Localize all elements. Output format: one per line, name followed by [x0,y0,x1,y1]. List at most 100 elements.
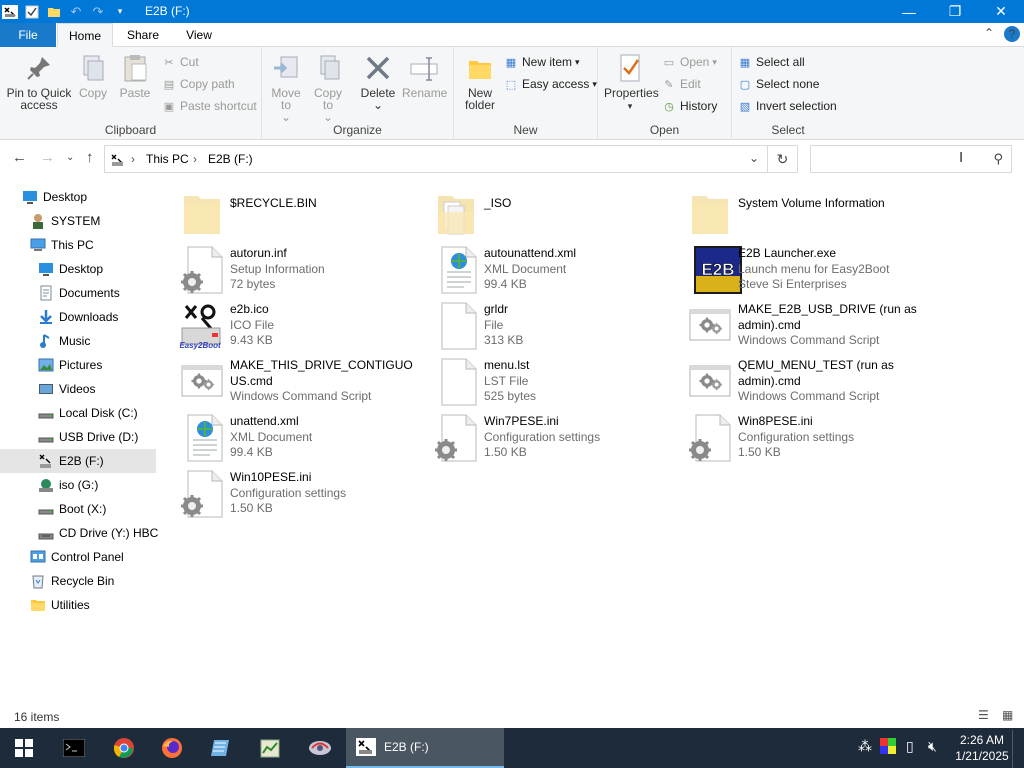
file-tile[interactable]: unattend.xml XML Document 99.4 KB [178,412,428,466]
file-tile[interactable]: Easy2Boot e2b.ico ICO File 9.43 KB [178,300,428,354]
properties-button[interactable]: Properties ▾ [604,53,659,112]
breadcrumb-e2b[interactable]: E2B (F:) [208,152,253,166]
copy-path-button[interactable]: ▤ Copy path [162,74,235,94]
file-tile[interactable]: autounattend.xml XML Document 99.4 KB [432,244,682,298]
nav-item[interactable]: USB Drive (D:) [0,425,156,449]
firefox-button[interactable] [148,728,196,768]
hbc-button[interactable] [296,728,344,768]
file-tile[interactable]: _ISO [432,188,682,242]
file-name: autorun.inf [230,246,287,260]
delete-button[interactable]: Delete ⌄ [358,53,398,111]
tab-view[interactable]: View [174,23,224,47]
open-button[interactable]: ▭ Open ▾ [662,52,717,72]
rename-button[interactable]: Rename [402,53,447,99]
nav-item[interactable]: Music [0,329,156,353]
redo-icon[interactable]: ↷ [88,2,108,22]
paste-button[interactable]: Paste [116,53,154,99]
nav-item[interactable]: Videos [0,377,156,401]
file-tile[interactable]: Win7PESE.ini Configuration settings 1.50 K… [432,412,682,466]
clock[interactable]: 2:26 AM 1/21/2025 [950,732,1014,764]
address-dropdown-icon[interactable]: ⌄ [749,151,759,165]
new-folder-button[interactable]: New folder [460,53,500,111]
task-manager-button[interactable] [246,728,294,768]
cut-button[interactable]: ✂ Cut [162,52,198,72]
invert-selection-button[interactable]: ▧ Invert selection [738,96,837,116]
network-tray-icon[interactable]: ⁂ [858,738,872,755]
back-icon[interactable]: ← [12,149,27,166]
ribbon-expand-icon[interactable]: ⌃ [984,26,994,40]
new-folder-quick-icon[interactable] [44,2,64,22]
nav-item[interactable]: CD Drive (Y:) HBC [0,521,158,545]
copy-button[interactable]: Copy [74,53,112,99]
help-icon[interactable]: ? [1004,26,1020,42]
edit-button[interactable]: ✎ Edit [662,74,700,94]
select-all-button[interactable]: ▦ Select all [738,52,805,72]
tab-share[interactable]: Share [118,23,168,47]
file-tile[interactable]: Win8PESE.ini Configuration settings 1.50 K… [686,412,936,466]
terminal-button[interactable] [50,728,98,768]
color-tray-icon[interactable] [880,738,896,757]
usb-tray-icon[interactable]: ▯ [906,738,914,755]
easy-access-button[interactable]: ⬚ Easy access ▾ [504,74,597,94]
file-tile[interactable]: $RECYCLE.BIN [178,188,428,242]
file-tile[interactable]: autorun.inf Setup Information 72 bytes [178,244,428,298]
copy-path-icon: ▤ [163,78,175,91]
nav-item[interactable]: Downloads [0,305,156,329]
history-button[interactable]: ◷ History [662,96,717,116]
properties-quick-icon[interactable] [22,2,42,22]
nav-item[interactable]: Control Panel [0,545,156,569]
nav-item[interactable]: Local Disk (C:) [0,401,156,425]
nav-item[interactable]: SYSTEM [0,209,156,233]
recent-locations-icon[interactable]: ⌄ [66,152,74,163]
nav-item[interactable]: Utilities [0,593,156,617]
chrome-button[interactable] [100,728,148,768]
paste-shortcut-button[interactable]: ▣ Paste shortcut [162,96,257,116]
app-drive-icon[interactable] [0,2,20,22]
new-item-button[interactable]: ▦ New item ▾ [504,52,580,72]
start-button[interactable] [0,728,48,768]
nav-item[interactable]: Pictures [0,353,156,377]
file-tile[interactable]: E2B E2B Launcher.exe Launch menu for Easy2… [686,244,936,298]
tab-home[interactable]: Home [57,23,113,47]
show-desktop-button[interactable] [1012,730,1024,768]
nav-item[interactable]: This PC [0,233,156,257]
search-icon[interactable]: ⚲ [993,151,1003,167]
file-tile[interactable]: MAKE_E2B_USB_DRIVE (run as admin).cmd Win… [686,300,936,354]
tab-file[interactable]: File [0,23,56,47]
refresh-button[interactable]: ↻ [768,145,798,173]
move-to-button[interactable]: Move to ⌄ [266,53,306,123]
file-tile[interactable]: Win10PESE.ini Configuration settings 1.50 … [178,468,428,522]
nav-item[interactable]: Boot (X:) [0,497,156,521]
file-tile[interactable]: System Volume Information [686,188,936,242]
active-window-button[interactable]: E2B (F:) [346,728,504,768]
nav-item[interactable]: Recycle Bin [0,569,156,593]
file-tile[interactable]: grldr File 313 KB [432,300,682,354]
settings-file-icon [434,414,478,462]
nav-item[interactable]: E2B (F:) [0,449,156,473]
nav-item-label: Music [59,334,91,348]
select-none-button[interactable]: ▢ Select none [738,74,820,94]
file-tile[interactable]: QEMU_MENU_TEST (run as admin).cmd Windows… [686,356,936,410]
volume-mute-icon[interactable]: 🔇︎ [928,738,937,755]
details-view-icon[interactable]: ☰ [978,708,989,722]
file-tile[interactable]: menu.lst LST File 525 bytes [432,356,682,410]
file-tile[interactable]: MAKE_THIS_DRIVE_CONTIGUOUS.cmd Windows Co… [178,356,428,410]
up-icon[interactable]: ↑ [86,149,94,166]
nav-item[interactable]: iso (G:) [0,473,156,497]
maximize-button[interactable]: ❐ [932,0,978,23]
forward-icon[interactable]: → [40,149,55,166]
nav-item[interactable]: Desktop [0,257,156,281]
nav-item[interactable]: Documents [0,281,156,305]
customize-qat-icon[interactable]: ▾ [110,2,130,22]
large-icons-view-icon[interactable]: ▦ [1002,708,1013,722]
undo-icon[interactable]: ↶ [66,2,86,22]
breadcrumb-this-pc[interactable]: This PC [146,152,189,166]
minimize-button[interactable]: — [886,0,932,23]
pin-quick-access-button[interactable]: Pin to Quick access [4,53,74,111]
notepad-button[interactable] [196,728,244,768]
nav-item[interactable]: Desktop [0,185,156,209]
search-box[interactable]: I ⚲ [810,145,1012,173]
close-button[interactable]: ✕ [978,0,1024,23]
copy-to-button[interactable]: Copy to ⌄ [308,53,348,123]
address-bar[interactable]: › This PC › E2B (F:) ⌄ [104,145,768,173]
